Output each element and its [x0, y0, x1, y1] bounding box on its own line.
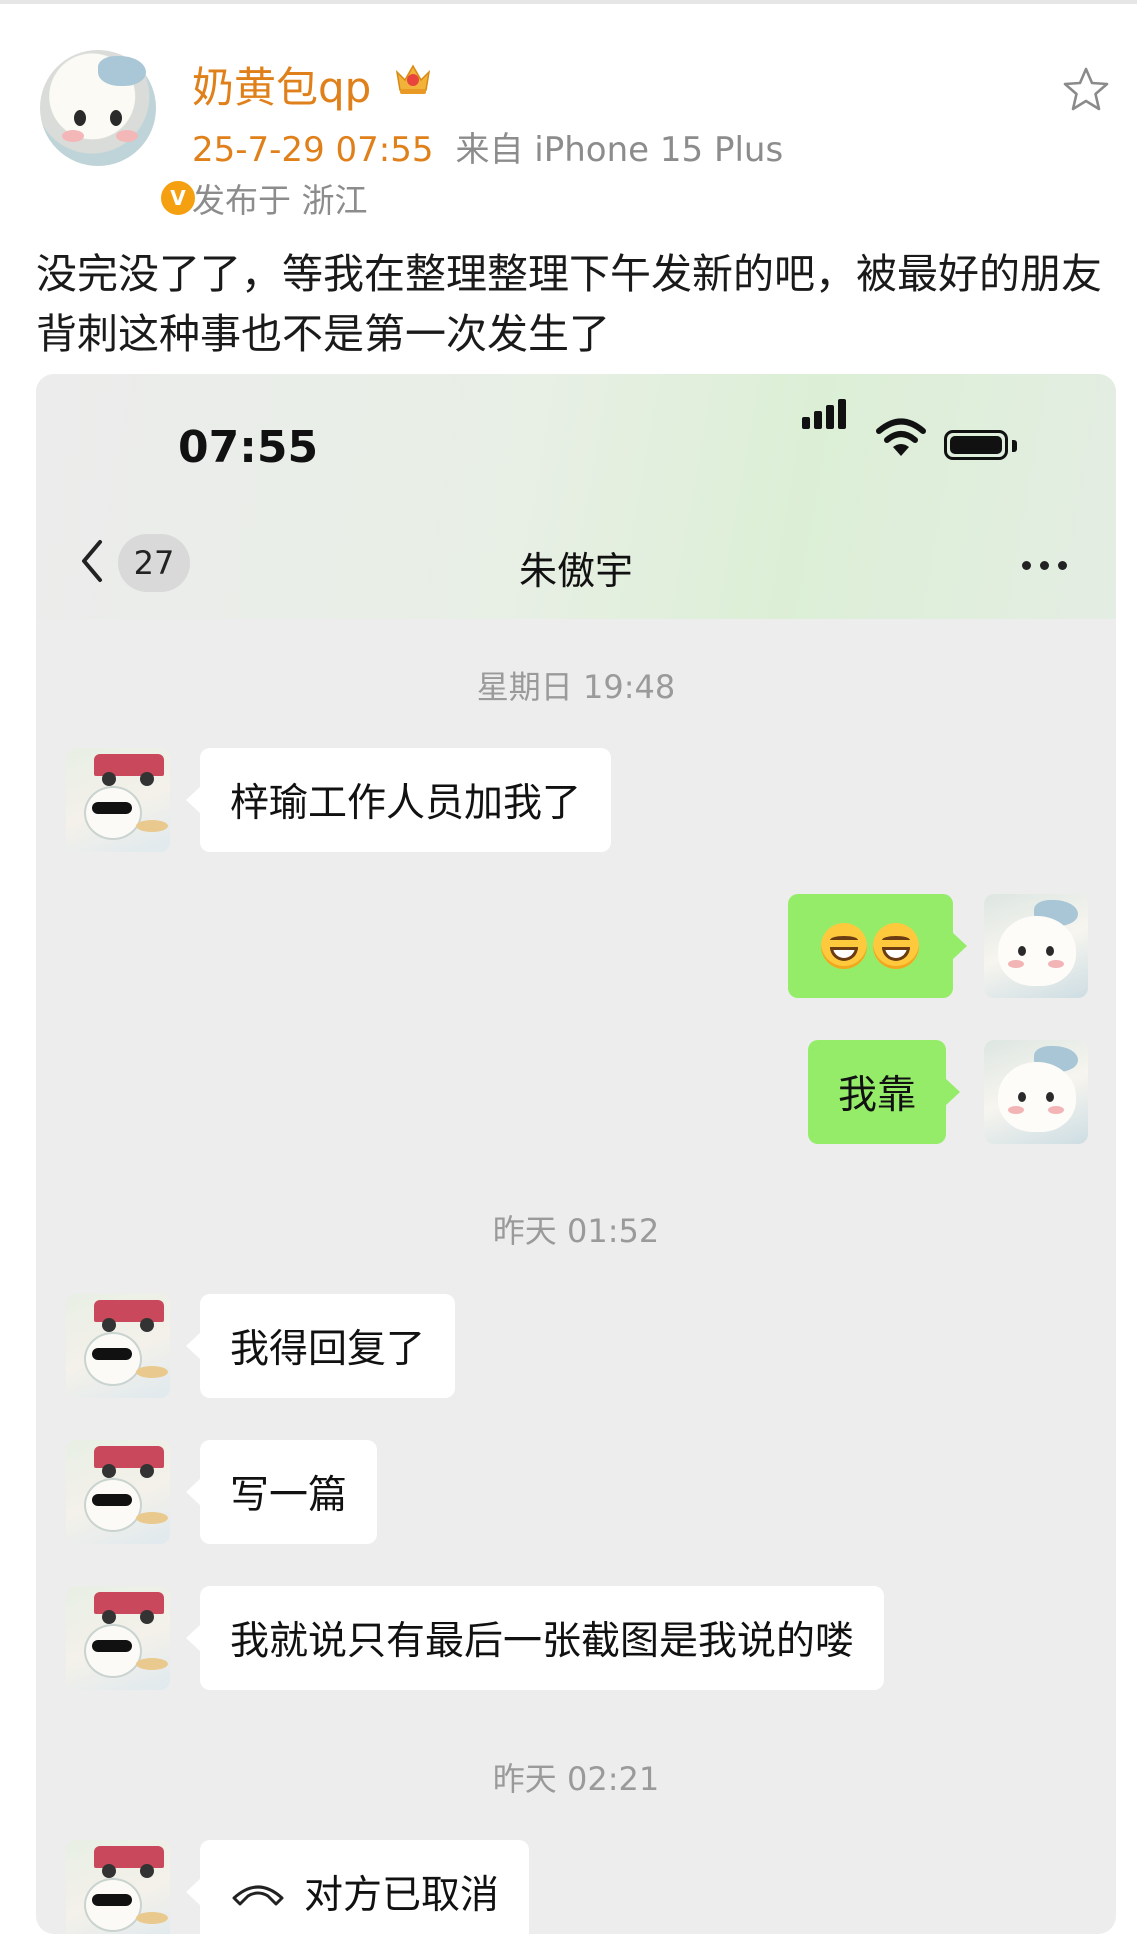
post-text: 没完没了了，等我在整理整理下午发新的吧，被最好的朋友背刺这种事也不是第一次发生了: [36, 250, 1102, 358]
post-source: 来自 iPhone 15 Plus: [455, 130, 784, 170]
grinning-face-icon: [873, 923, 919, 969]
user-avatar[interactable]: V: [40, 50, 198, 218]
chat-header: 07:55 27 朱傲宇: [36, 374, 1116, 619]
friend-avatar[interactable]: [66, 1840, 170, 1934]
wifi-icon: [876, 418, 926, 456]
status-time: 07:55: [178, 422, 319, 473]
message-bubble[interactable]: 我就说只有最后一张截图是我说的喽: [185, 1586, 885, 1690]
vip-crown-icon: [395, 64, 431, 94]
friend-avatar[interactable]: [66, 748, 170, 852]
chat-title: 朱傲宇: [518, 549, 633, 593]
post-location: 发布于 浙江: [192, 181, 368, 220]
self-avatar[interactable]: [984, 894, 1088, 998]
friend-avatar[interactable]: [66, 1440, 170, 1544]
post-date: 25-7-29 07:55: [192, 130, 434, 170]
star-icon[interactable]: [1060, 64, 1112, 116]
top-divider: [0, 0, 1137, 4]
avatar-eye: [74, 110, 86, 126]
message-bubble-emoji[interactable]: [788, 894, 967, 998]
message-bubble[interactable]: 写一篇: [185, 1440, 378, 1544]
username[interactable]: 奶黄包qp: [192, 54, 371, 115]
timestamp: 昨天 02:21: [492, 1760, 660, 1798]
timestamp: 昨天 01:52: [492, 1212, 660, 1250]
friend-avatar[interactable]: [66, 1586, 170, 1690]
call-cancelled-icon: [232, 1885, 284, 1906]
avatar-blush: [116, 130, 138, 142]
timestamp: 星期日 19:48: [476, 668, 676, 706]
battery-tip: [1012, 440, 1017, 452]
friend-avatar[interactable]: [66, 1294, 170, 1398]
post-meta: 25-7-29 07:55 来自 iPhone 15 Plus: [192, 122, 783, 171]
message-bubble[interactable]: 我靠: [808, 1040, 961, 1144]
grinning-face-icon: [821, 923, 867, 969]
message-bubble[interactable]: 我得回复了: [185, 1294, 456, 1398]
battery-icon: [944, 430, 1008, 460]
call-status-text: 对方已取消: [304, 1873, 500, 1918]
call-cancelled-bubble[interactable]: 对方已取消: [185, 1840, 530, 1934]
chat-screenshot: 07:55 27 朱傲宇 星期日 19:48 梓瑜工作人员加我了 我靠 昨天 0…: [36, 374, 1116, 1934]
message-bubble[interactable]: 梓瑜工作人员加我了: [185, 748, 612, 852]
more-icon[interactable]: [1020, 554, 1070, 574]
avatar-blush: [62, 130, 84, 142]
self-avatar[interactable]: [984, 1040, 1088, 1144]
avatar-bow: [98, 56, 146, 86]
avatar-eye: [110, 110, 122, 126]
